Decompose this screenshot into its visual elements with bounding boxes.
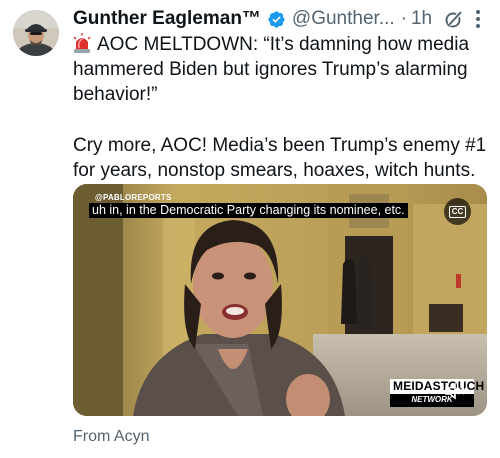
- mute-icon[interactable]: [444, 381, 466, 401]
- siren-emoji-icon: [73, 33, 91, 53]
- video-caption: uh in, in the Democratic Party changing …: [89, 203, 408, 218]
- more-options-icon[interactable]: [470, 8, 486, 30]
- video-watermark: @PABLOREPORTS: [95, 193, 172, 202]
- attribution-text[interactable]: From Acyn: [73, 428, 149, 446]
- video-player[interactable]: @PABLOREPORTS uh in, in the Democratic P…: [73, 184, 487, 416]
- tweet-body: AOC MELTDOWN: “It’s damning how media ha…: [73, 32, 491, 183]
- author-name[interactable]: Gunther Eagleman™: [73, 8, 261, 30]
- cc-icon: CC: [448, 205, 467, 218]
- tweet-text-paragraph-1: AOC MELTDOWN: “It’s damning how media ha…: [73, 34, 470, 105]
- author-handle[interactable]: @Gunther...: [292, 8, 395, 30]
- separator-dot: ·: [400, 8, 407, 29]
- tweet-text-paragraph-2: Cry more, AOC! Media’s been Trump’s enem…: [73, 135, 487, 181]
- tweet-timestamp[interactable]: 1h: [411, 8, 432, 30]
- tweet-text-line1: AOC MELTDOWN: “It’s damning how media ha…: [73, 32, 491, 107]
- tweet-header: Gunther Eagleman™ @Gunther... · 1h: [73, 6, 490, 32]
- grok-icon[interactable]: [444, 9, 464, 29]
- avatar-image: [13, 10, 59, 56]
- closed-captions-button[interactable]: CC: [444, 198, 471, 225]
- author-avatar[interactable]: [13, 10, 59, 56]
- verified-badge-icon[interactable]: [267, 10, 286, 29]
